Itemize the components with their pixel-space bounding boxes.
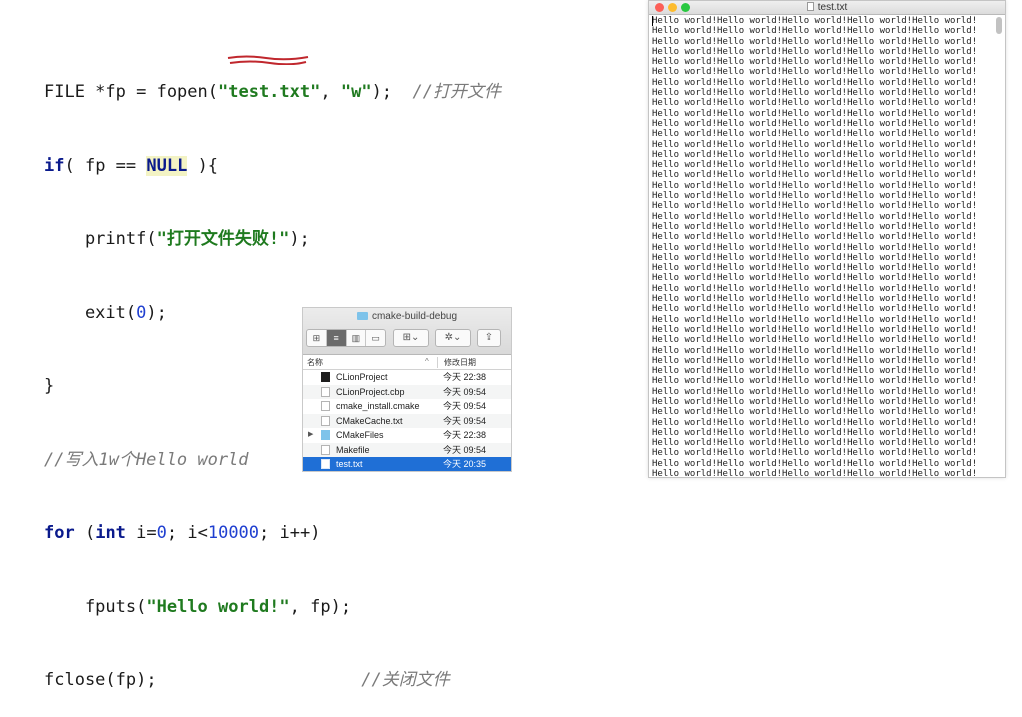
keyword: if: [44, 155, 65, 176]
code-comment: //打开文件: [412, 82, 501, 102]
code-text: ; i++): [259, 523, 321, 543]
document-icon: [321, 459, 330, 469]
date-column-header[interactable]: 修改日期: [437, 357, 476, 368]
file-row[interactable]: test.txt 今天 20:35: [303, 457, 511, 471]
column-header: 名称 ^ 修改日期: [303, 355, 511, 370]
code-text: ,: [320, 82, 341, 102]
number-literal: 0: [156, 523, 167, 543]
code-line-if: if( fp == NULL ){: [44, 154, 501, 179]
name-column-header[interactable]: 名称: [307, 357, 323, 368]
text-caret: [652, 16, 653, 26]
hello-string: "Hello world!": [146, 596, 290, 617]
file-date: 今天 09:54: [443, 444, 487, 455]
textedit-title-text: test.txt: [817, 2, 848, 13]
file-date: 今天 20:35: [443, 459, 487, 469]
code-text: fputs(: [44, 596, 147, 617]
action-gear-button[interactable]: ✲⌄: [435, 329, 471, 347]
file-name: CLionProject: [336, 372, 388, 382]
file-list: CLionProject 今天 22:38 CLionProject.cbp 今天 0…: [303, 370, 511, 471]
folder-icon: [321, 430, 330, 440]
filename-string: "test.txt": [218, 82, 321, 102]
file-date: 今天 22:38: [443, 430, 487, 440]
sort-ascending-icon: ^: [425, 357, 429, 366]
code-text: exit(: [44, 302, 137, 323]
scrollbar-thumb[interactable]: [996, 17, 1002, 34]
file-name: CMakeCache.txt: [336, 415, 403, 426]
error-string: "打开文件失败!": [156, 229, 290, 249]
code-line-fputs: fputs("Hello world!", fp);: [44, 595, 501, 620]
file-row[interactable]: CLionProject.cbp 今天 09:54: [303, 384, 511, 399]
underline-annotation-icon: [227, 55, 309, 65]
code-text: }: [44, 376, 55, 396]
document-icon: [806, 2, 814, 11]
code-line-fclose: fclose(fp); //关闭文件: [44, 668, 501, 693]
file-row[interactable]: CLionProject 今天 22:38: [303, 370, 511, 385]
icon-view-button[interactable]: ⊞: [307, 330, 327, 346]
file-row[interactable]: cmake_install.cmake 今天 09:54: [303, 399, 511, 414]
keyword: for: [44, 523, 75, 543]
file-date: 今天 22:38: [443, 372, 487, 382]
file-date: 今天 09:54: [443, 401, 487, 411]
finder-window: cmake-build-debug ⊞ ≡ ▥ ▭ ⊞⌄ ✲⌄ ⇪ 名称 ^ 修…: [302, 307, 512, 472]
executable-icon: [321, 372, 330, 382]
code-text: );: [371, 82, 413, 102]
code-text: );: [289, 229, 310, 249]
code-line-printf: printf("打开文件失败!");: [44, 227, 501, 252]
finder-toolbar: cmake-build-debug ⊞ ≡ ▥ ▭ ⊞⌄ ✲⌄ ⇪: [303, 308, 511, 355]
code-line-for: for (int i=0; i<10000; i++): [44, 521, 501, 546]
code-text: ; i<: [166, 523, 208, 543]
code-text: ){: [187, 155, 219, 176]
file-name: Makefile: [336, 444, 370, 455]
code-comment: //关闭文件: [361, 670, 450, 690]
null-keyword: NULL: [146, 155, 188, 176]
number-literal: 10000: [207, 523, 260, 543]
file-row[interactable]: CMakeCache.txt 今天 09:54: [303, 413, 511, 428]
file-name: CLionProject.cbp: [336, 386, 405, 397]
file-row[interactable]: Makefile 今天 09:54: [303, 442, 511, 457]
finder-title: cmake-build-debug: [303, 311, 511, 322]
file-name: test.txt: [336, 459, 363, 469]
code-text: fclose(fp);: [44, 670, 362, 690]
text-content[interactable]: Hello world!Hello world!Hello world!Hell…: [652, 16, 990, 476]
code-text: );: [146, 302, 167, 323]
textedit-window: test.txt Hello world!Hello world!Hello w…: [648, 0, 1006, 478]
document-icon: [321, 415, 330, 426]
textedit-titlebar: test.txt: [649, 1, 1005, 15]
code-text: printf(: [44, 229, 157, 249]
keyword: int: [95, 523, 126, 543]
share-button[interactable]: ⇪: [477, 329, 501, 347]
file-row[interactable]: ▶ CMakeFiles 今天 22:38: [303, 428, 511, 443]
arrange-button[interactable]: ⊞⌄: [393, 329, 429, 347]
folder-icon: [356, 312, 368, 320]
code-line-fopen: FILE *fp = fopen("test.txt", "w"); //打开文…: [44, 80, 501, 105]
file-name: cmake_install.cmake: [336, 401, 420, 411]
finder-title-text: cmake-build-debug: [371, 311, 458, 322]
code-text: i=: [125, 523, 157, 543]
file-name: CMakeFiles: [336, 430, 384, 440]
code-text: , fp);: [289, 596, 352, 617]
document-icon: [321, 444, 330, 455]
file-date: 今天 09:54: [443, 386, 487, 397]
number-literal: 0: [136, 302, 147, 323]
list-view-button[interactable]: ≡: [326, 330, 347, 346]
column-view-button[interactable]: ▥: [347, 330, 367, 346]
disclosure-triangle-icon[interactable]: ▶: [308, 428, 313, 443]
view-mode-segment[interactable]: ⊞ ≡ ▥ ▭: [306, 329, 386, 347]
document-icon: [321, 386, 330, 397]
file-date: 今天 09:54: [443, 415, 487, 426]
code-text: (: [74, 523, 96, 543]
textedit-title: test.txt: [649, 1, 1005, 14]
mode-string: "w": [340, 82, 372, 102]
document-icon: [321, 401, 330, 411]
code-text: ( fp ==: [64, 155, 147, 176]
code-text: FILE *fp = fopen(: [44, 82, 218, 102]
code-comment: //写入1w个Hello world: [44, 449, 249, 470]
gallery-view-button[interactable]: ▭: [366, 330, 385, 346]
